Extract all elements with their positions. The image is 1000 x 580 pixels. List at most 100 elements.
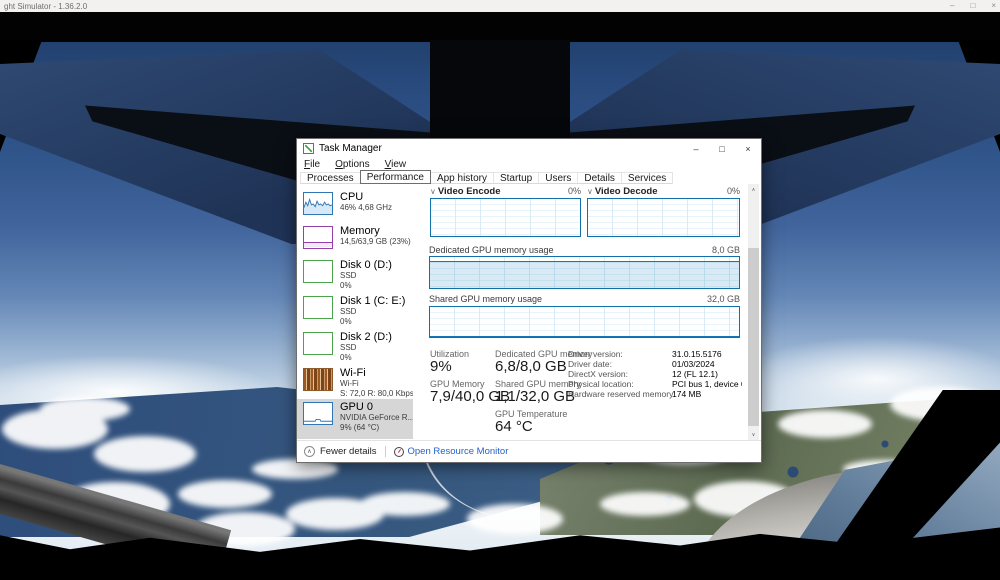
dedicated-gpu-memory-value: 6,8/8,0 GB <box>495 358 567 375</box>
sidebar-disk0-usage: 0% <box>340 280 352 290</box>
open-resource-monitor-link[interactable]: Open Resource Monitor <box>393 446 509 457</box>
game-maximize-button[interactable]: □ <box>970 0 975 12</box>
sidebar-cpu-title: CPU <box>340 191 364 203</box>
sidebar-wifi-title: Wi-Fi <box>340 367 366 379</box>
disk0-graph-thumbnail <box>303 260 333 283</box>
tab-performance[interactable]: Performance <box>359 170 431 184</box>
dedicated-memory-max: 8,0 GB <box>711 245 740 255</box>
tab-details[interactable]: Details <box>577 172 622 184</box>
video-encode-header[interactable]: ∨ Video Encode 0% <box>430 186 581 197</box>
chevron-down-icon: ∨ <box>587 187 593 196</box>
physical-location-label: Physical location: <box>568 379 634 389</box>
close-button[interactable]: × <box>735 139 761 158</box>
sidebar-item-disk0[interactable]: Disk 0 (D:) SSD 0% <box>297 257 413 293</box>
driver-version-label: Driver version: <box>568 349 623 359</box>
video-encode-label: Video Encode <box>437 186 501 197</box>
sidebar-wifi-throughput: S: 72,0 R: 80,0 Kbps <box>340 388 413 398</box>
driver-date-label: Driver date: <box>568 359 612 369</box>
shared-memory-max: 32,0 GB <box>706 294 740 304</box>
video-decode-chart <box>587 198 740 237</box>
scroll-down-arrow-icon[interactable]: ∨ <box>748 429 759 440</box>
driver-version-value: 31.0.15.5176 <box>672 349 722 359</box>
video-decode-header[interactable]: ∨ Video Decode 0% <box>587 186 740 197</box>
performance-sidebar: CPU 46% 4,68 GHz Memory 14,5/63,9 GB (23… <box>297 184 413 440</box>
menu-view[interactable]: View <box>385 159 407 170</box>
disk1-graph-thumbnail <box>303 296 333 319</box>
tab-processes[interactable]: Processes <box>300 172 361 184</box>
sidebar-disk2-usage: 0% <box>340 352 352 362</box>
sidebar-cpu-stats: 46% 4,68 GHz <box>340 203 393 212</box>
game-title: ght Simulator - 1.36.2.0 <box>4 1 88 11</box>
scrollbar-thumb[interactable] <box>748 248 759 426</box>
gpu-graph-thumbnail <box>303 402 333 425</box>
game-minimize-button[interactable]: – <box>950 0 954 12</box>
tab-app-history[interactable]: App history <box>429 172 494 184</box>
clouds <box>40 397 130 421</box>
video-decode-value: 0% <box>726 186 740 196</box>
sidebar-item-gpu0[interactable]: GPU 0 NVIDIA GeForce R... 9% (64 °C) <box>297 399 413 439</box>
dedicated-memory-label: Dedicated GPU memory usage <box>429 245 554 255</box>
sidebar-disk0-type: SSD <box>340 271 357 280</box>
tab-users[interactable]: Users <box>538 172 579 184</box>
shared-memory-label: Shared GPU memory usage <box>429 294 543 304</box>
wifi-graph-thumbnail <box>303 368 333 391</box>
game-window-controls: – □ × <box>950 0 996 12</box>
dedicated-memory-chart <box>429 256 740 289</box>
main-panel-scrollbar[interactable]: ∧ ∨ <box>748 184 759 440</box>
hardware-reserved-memory-value: 174 MB <box>672 389 702 399</box>
sidebar-item-cpu[interactable]: CPU 46% 4,68 GHz <box>297 189 413 223</box>
detail-row-physical-location: Physical location: PCI bus 1, device 0, … <box>568 379 742 389</box>
tab-services[interactable]: Services <box>620 172 674 184</box>
resource-monitor-gauge-icon <box>393 446 404 457</box>
game-close-button[interactable]: × <box>991 0 996 12</box>
footer-divider <box>384 446 386 457</box>
sidebar-disk1-usage: 0% <box>340 316 352 326</box>
shared-memory-chart <box>429 306 740 338</box>
detail-row-driver-version: Driver version: 31.0.15.5176 <box>568 349 742 359</box>
video-encode-chart <box>430 198 581 237</box>
status-bar: ∧ Fewer details Open Resource Monitor <box>297 440 761 462</box>
video-encode-value: 0% <box>567 186 581 196</box>
directx-version-value: 12 (FL 12.1) <box>672 369 718 379</box>
menu-file[interactable]: File <box>304 159 320 170</box>
maximize-button[interactable]: □ <box>709 139 735 158</box>
menu-bar: File Options View <box>297 158 761 170</box>
video-decode-label: Video Decode <box>594 186 658 197</box>
sidebar-memory-title: Memory <box>340 225 380 237</box>
sidebar-disk2-title: Disk 2 (D:) <box>340 331 392 343</box>
dedicated-memory-header: Dedicated GPU memory usage 8,0 GB <box>429 245 740 255</box>
directx-version-label: DirectX version: <box>568 369 628 379</box>
shared-gpu-memory-value: 1,1/32,0 GB <box>495 388 576 405</box>
dedicated-memory-fill <box>430 261 739 288</box>
screen: ght Simulator - 1.36.2.0 – □ × Task Mana… <box>0 0 1000 580</box>
sidebar-disk2-type: SSD <box>340 343 357 352</box>
minimize-button[interactable]: – <box>683 139 709 158</box>
sidebar-disk1-type: SSD <box>340 307 357 316</box>
task-manager-titlebar[interactable]: Task Manager – □ × <box>297 139 761 158</box>
chevron-down-icon: ∨ <box>430 187 436 196</box>
sidebar-item-disk1[interactable]: Disk 1 (C: E:) SSD 0% <box>297 293 413 329</box>
tab-startup[interactable]: Startup <box>492 172 540 184</box>
sidebar-disk0-title: Disk 0 (D:) <box>340 259 392 271</box>
sidebar-item-wifi[interactable]: Wi-Fi Wi-Fi S: 72,0 R: 80,0 Kbps <box>297 365 413 401</box>
disk2-graph-thumbnail <box>303 332 333 355</box>
driver-details: Driver version: 31.0.15.5176 Driver date… <box>568 349 742 399</box>
shared-memory-fill <box>430 335 739 337</box>
fewer-details-button[interactable]: ∧ Fewer details <box>304 446 377 457</box>
detail-row-directx-version: DirectX version: 12 (FL 12.1) <box>568 369 742 379</box>
sidebar-disk1-title: Disk 1 (C: E:) <box>340 295 406 307</box>
menu-options[interactable]: Options <box>335 159 369 170</box>
physical-location-value: PCI bus 1, device 0, funct... <box>672 379 742 389</box>
sidebar-item-memory[interactable]: Memory 14,5/63,9 GB (23%) <box>297 223 413 257</box>
fewer-details-label: Fewer details <box>320 446 377 457</box>
scroll-up-arrow-icon[interactable]: ∧ <box>748 184 759 195</box>
sidebar-gpu-stats: 9% (64 °C) <box>340 422 380 432</box>
sidebar-item-disk2[interactable]: Disk 2 (D:) SSD 0% <box>297 329 413 365</box>
tab-bar: Processes Performance App history Startu… <box>297 170 761 184</box>
gpu-temperature-value: 64 °C <box>495 418 533 435</box>
window-title: Task Manager <box>319 143 382 154</box>
open-resource-monitor-label: Open Resource Monitor <box>407 446 509 457</box>
detail-row-hardware-reserved-memory: Hardware reserved memory: 174 MB <box>568 389 742 399</box>
sidebar-memory-stats: 14,5/63,9 GB (23%) <box>340 237 411 246</box>
task-manager-icon <box>303 143 314 154</box>
